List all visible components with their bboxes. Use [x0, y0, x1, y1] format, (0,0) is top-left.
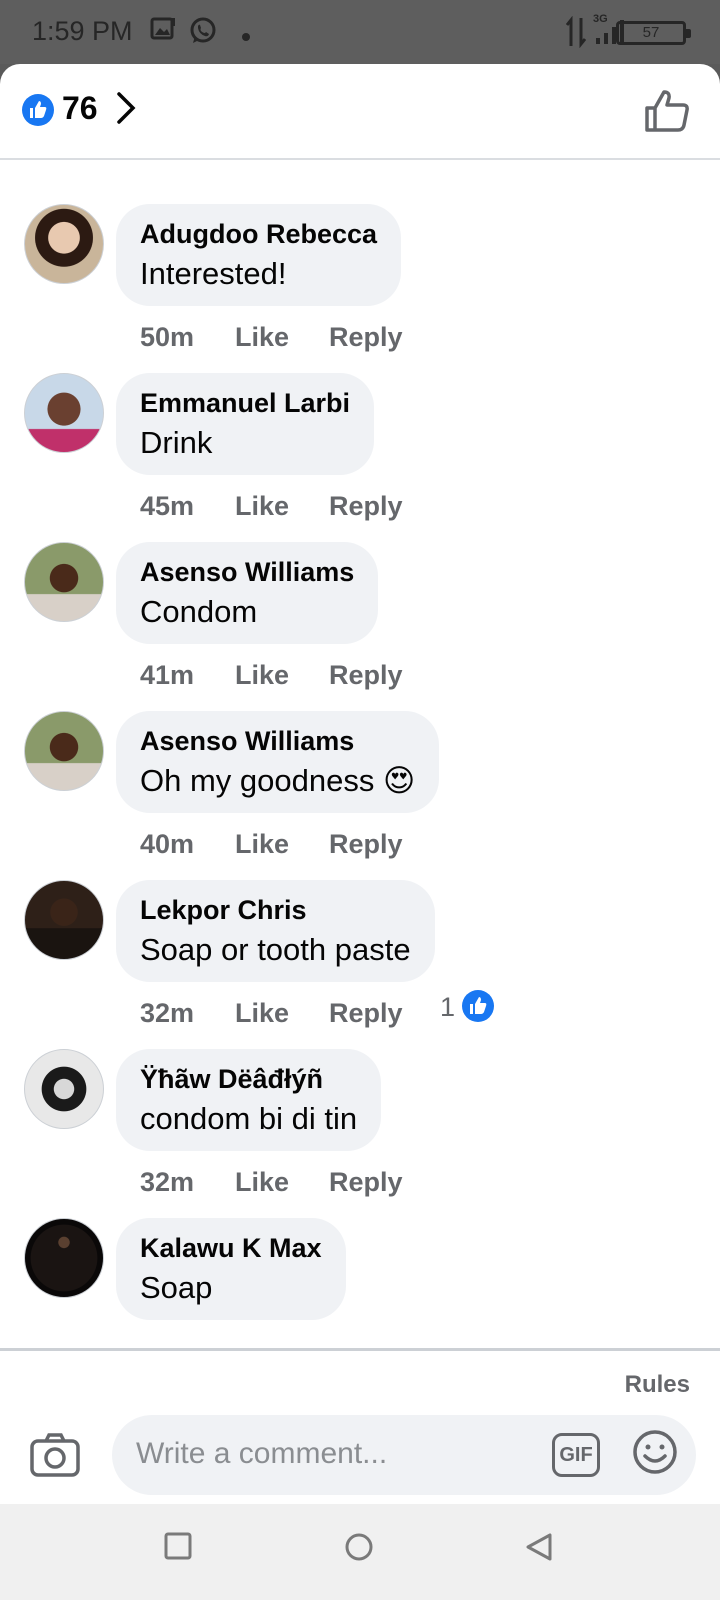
like-reaction-icon[interactable] — [462, 990, 494, 1022]
comment-author[interactable]: Lekpor Chris — [140, 894, 411, 926]
svg-text:3G: 3G — [593, 13, 608, 25]
data-transfer-icon — [565, 15, 587, 53]
comment-time: 40m — [140, 829, 195, 859]
avatar[interactable] — [24, 204, 104, 284]
comment-author[interactable]: Emmanuel Larbi — [140, 387, 350, 419]
comment-time: 45m — [140, 491, 195, 521]
like-button[interactable]: Like — [235, 829, 289, 860]
like-button[interactable]: Like — [235, 491, 289, 522]
comment-text: Interested! — [140, 256, 287, 291]
comment-time: 32m — [140, 1167, 195, 1197]
camera-icon[interactable] — [30, 1433, 80, 1482]
back-icon[interactable] — [524, 1532, 554, 1567]
gallery-notification-icon — [150, 16, 176, 47]
system-navigation-bar — [0, 1504, 720, 1600]
avatar[interactable] — [24, 373, 104, 453]
avatar[interactable] — [24, 542, 104, 622]
comment-text: Soap — [140, 1270, 213, 1305]
comment-bubble[interactable]: Lekpor Chris Soap or tooth paste — [116, 880, 435, 982]
gif-button[interactable]: GIF — [552, 1433, 600, 1477]
like-button[interactable]: Like — [235, 322, 289, 353]
comment-author[interactable]: Asenso Williams — [140, 725, 415, 757]
comment-time: 32m — [140, 998, 195, 1028]
like-button[interactable]: Like — [235, 998, 289, 1029]
status-bar: 1:59 PM 3G 57 — [0, 0, 720, 64]
comment-input[interactable] — [136, 1429, 516, 1479]
comment-text: Oh my goodness 😍 — [140, 763, 416, 798]
home-icon[interactable] — [344, 1532, 374, 1567]
comment-bubble[interactable]: Emmanuel Larbi Drink — [116, 373, 375, 475]
like-button[interactable]: Like — [235, 660, 289, 691]
like-reaction-icon — [22, 94, 54, 126]
reply-button[interactable]: Reply — [329, 998, 403, 1029]
comment-author[interactable]: Kalawu K Max — [140, 1232, 322, 1264]
comment-text: condom bi di tin — [140, 1101, 358, 1136]
comment-author[interactable]: Ÿħãw Dëâđłýñ — [140, 1063, 357, 1095]
notification-dot-icon — [242, 28, 250, 46]
battery-indicator: 57 — [616, 21, 691, 45]
comment-composer: Rules GIF — [0, 1348, 720, 1504]
emoji-icon[interactable] — [632, 1429, 678, 1480]
like-post-icon[interactable] — [644, 88, 690, 139]
rules-link[interactable]: Rules — [625, 1371, 690, 1399]
comment-text: Soap or tooth paste — [140, 932, 411, 967]
chevron-right-icon[interactable] — [114, 90, 138, 131]
comment-bubble[interactable]: Ÿħãw Dëâđłýñ condom bi di tin — [116, 1049, 382, 1151]
comment-author[interactable]: Asenso Williams — [140, 556, 354, 588]
comment-time: 50m — [140, 322, 195, 352]
comment-text: Drink — [140, 425, 213, 460]
comments-sheet: 76 Adugdoo Rebecca Interested! 50m Like … — [0, 64, 720, 1504]
comment-bubble[interactable]: Asenso Williams Oh my goodness 😍 — [116, 711, 440, 813]
comment-bubble[interactable]: Adugdoo Rebecca Interested! — [116, 204, 402, 306]
reply-button[interactable]: Reply — [329, 829, 403, 860]
avatar[interactable] — [24, 1218, 104, 1298]
avatar[interactable] — [24, 711, 104, 791]
recent-apps-icon[interactable] — [164, 1532, 192, 1565]
reaction-count: 76 — [62, 90, 98, 126]
avatar[interactable] — [24, 880, 104, 960]
status-time: 1:59 PM — [32, 16, 133, 46]
reactions-summary-bar[interactable]: 76 — [0, 64, 720, 160]
comment-reaction-count[interactable]: 1 — [440, 992, 455, 1023]
like-button[interactable]: Like — [235, 1167, 289, 1198]
avatar[interactable] — [24, 1049, 104, 1129]
comment-bubble[interactable]: Kalawu K Max Soap — [116, 1218, 346, 1320]
comment-input-container[interactable]: GIF — [112, 1415, 696, 1495]
reply-button[interactable]: Reply — [329, 660, 403, 691]
comment-author[interactable]: Adugdoo Rebecca — [140, 218, 377, 250]
whatsapp-notification-icon — [188, 16, 218, 51]
reply-button[interactable]: Reply — [329, 491, 403, 522]
reply-button[interactable]: Reply — [329, 322, 403, 353]
comment-bubble[interactable]: Asenso Williams Condom — [116, 542, 379, 644]
comment-text: Condom — [140, 594, 258, 629]
reply-button[interactable]: Reply — [329, 1167, 403, 1198]
comment-time: 41m — [140, 660, 195, 690]
